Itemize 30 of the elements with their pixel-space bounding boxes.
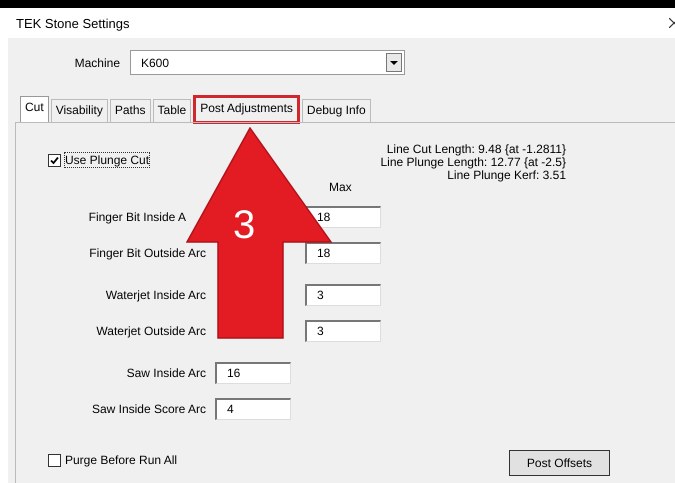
info-text: Line Cut Length: 9.48 {at -1.2811} — [386, 143, 566, 156]
check-icon — [49, 154, 60, 166]
input-field[interactable]: 4 — [215, 398, 291, 420]
max-input-field[interactable]: 3 — [305, 284, 381, 306]
field-label: Saw Inside Score Arc — [90, 402, 206, 416]
input-field[interactable]: 16 — [215, 362, 291, 384]
field-label: Finger Bit Inside A — [88, 210, 186, 224]
field-label: Waterjet Inside Arc — [104, 288, 206, 302]
field-label: Saw Inside Arc — [126, 366, 206, 380]
info-text: Line Plunge Kerf: 3.51 — [446, 169, 566, 182]
max-input-field[interactable]: 3 — [305, 320, 381, 342]
info-text: Line Plunge Length: 12.77 {at -2.5} — [380, 156, 566, 169]
post-offsets-button[interactable]: Post Offsets — [509, 450, 610, 476]
field-label: Waterjet Outside Arc — [95, 324, 206, 338]
max-header: Max — [329, 180, 352, 194]
annotation-number: 3 — [233, 205, 256, 245]
max-input-field[interactable]: 18 — [305, 242, 381, 264]
tab[interactable]: Debug Info — [302, 99, 371, 122]
tab[interactable]: Post Adjustments — [193, 95, 300, 124]
tab[interactable]: Table — [152, 99, 192, 122]
window-title: TEK Stone Settings — [16, 16, 130, 30]
machine-dropdown[interactable]: K600 — [130, 50, 405, 75]
tab[interactable]: Cut — [20, 96, 49, 122]
purge-checkbox[interactable]: Purge Before Run All — [48, 444, 178, 476]
machine-label: Machine — [74, 56, 121, 70]
tab[interactable]: Paths — [110, 99, 151, 122]
close-icon[interactable] — [669, 18, 675, 28]
tab[interactable]: Visability — [50, 99, 108, 122]
plunge-checkbox[interactable]: Use Plunge Cut — [48, 153, 150, 167]
field-label: Finger Bit Outside Arc — [88, 246, 206, 260]
